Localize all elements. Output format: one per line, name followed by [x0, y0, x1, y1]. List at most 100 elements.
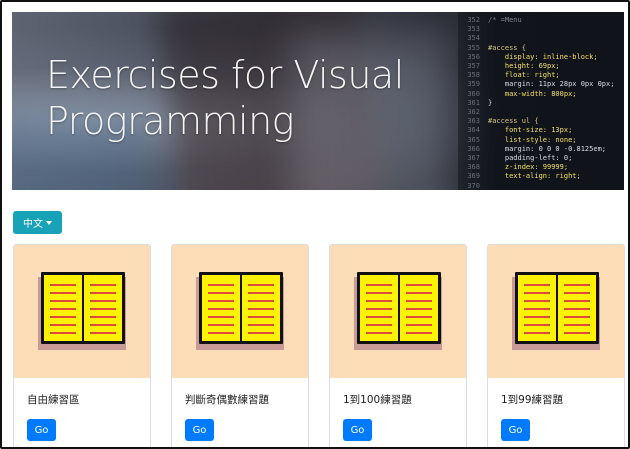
- exercise-card: 判斷奇偶數練習題 Go: [171, 244, 309, 447]
- book-page-right: [242, 275, 280, 341]
- book-text-line: [406, 308, 432, 310]
- book-text-line: [564, 316, 590, 318]
- book-spine: [398, 275, 400, 341]
- book-page-left: [360, 275, 398, 341]
- hero-banner: 352 353 354 355 356 357 358 359 360 361 362 363 364 3…: [12, 12, 624, 190]
- code-line-number: 366: [467, 144, 480, 153]
- code-line: margin: 11px 28px 0px 0px;: [488, 80, 615, 89]
- book-text-line: [564, 332, 590, 334]
- book-text-line: [208, 284, 234, 286]
- book-text-line: [208, 300, 234, 302]
- code-line-number: 352: [467, 16, 480, 24]
- exercise-card: 1到99練習題 Go: [487, 244, 625, 447]
- book-page-right: [84, 275, 122, 341]
- card-image: [172, 245, 308, 378]
- book-text-line: [366, 284, 392, 286]
- code-line-number: 361: [467, 98, 480, 107]
- book-text-line: [90, 324, 116, 326]
- code-line: display: inline-block;: [488, 52, 598, 61]
- book-text-line: [524, 284, 550, 286]
- book-text-line: [524, 300, 550, 302]
- book-text-line: [90, 308, 116, 310]
- book-page-left: [518, 275, 556, 341]
- book-text-line: [366, 300, 392, 302]
- book-text-line: [406, 292, 432, 294]
- book-text-line: [524, 308, 550, 310]
- book-text-line: [366, 332, 392, 334]
- book-text-line: [208, 324, 234, 326]
- code-line-number: 358: [467, 71, 480, 80]
- page-title: Exercises for Visual Programming: [46, 52, 426, 144]
- hero-code-panel: 352 353 354 355 356 357 358 359 360 361 362 363 364 3…: [458, 12, 624, 190]
- code-line-number: 357: [467, 62, 480, 71]
- code-line-number: 360: [467, 89, 480, 98]
- book-text-line: [524, 316, 550, 318]
- exercise-card: 自由練習區 Go: [13, 244, 151, 447]
- code-line: height: 69px;: [488, 62, 560, 71]
- book-text-line: [406, 324, 432, 326]
- book-text-line: [50, 324, 76, 326]
- book-spine: [240, 275, 242, 341]
- book-text-line: [248, 292, 274, 294]
- go-button[interactable]: Go: [343, 419, 372, 441]
- go-button[interactable]: Go: [27, 419, 56, 441]
- book-text-line: [564, 324, 590, 326]
- open-book-icon: [512, 272, 600, 350]
- book-text-line: [50, 300, 76, 302]
- card-image: [330, 245, 466, 378]
- code-line: /* =Menu: [488, 16, 522, 24]
- book-text-line: [366, 292, 392, 294]
- book-page-left: [202, 275, 240, 341]
- card-title: 判斷奇偶數練習題: [185, 394, 269, 406]
- book-text-line: [406, 284, 432, 286]
- language-label: 中文: [23, 219, 43, 230]
- page-title-line-1: Exercises for Visual: [46, 53, 404, 97]
- code-line: }: [488, 98, 493, 107]
- book-spine: [82, 275, 84, 341]
- book-page-left: [44, 275, 82, 341]
- book-text-line: [524, 324, 550, 326]
- code-line: text-align: right;: [488, 172, 581, 181]
- open-book-icon: [38, 272, 126, 350]
- code-line: margin: 0 0 0 -0.8125em;: [488, 144, 607, 153]
- book-text-line: [564, 308, 590, 310]
- code-line-number: 363: [467, 117, 480, 126]
- go-button[interactable]: Go: [501, 419, 530, 441]
- book-text-line: [564, 284, 590, 286]
- book-text-line: [50, 308, 76, 310]
- code-line: z-index: 99999;: [488, 163, 569, 172]
- book-text-line: [366, 324, 392, 326]
- book-text-line: [366, 308, 392, 310]
- code-line-number: 369: [467, 172, 480, 181]
- book-text-line: [90, 292, 116, 294]
- book-text-line: [50, 284, 76, 286]
- code-line-number: 364: [467, 126, 480, 135]
- code-line-number: 365: [467, 135, 480, 144]
- book-text-line: [406, 300, 432, 302]
- go-button[interactable]: Go: [185, 419, 214, 441]
- book-text-line: [90, 284, 116, 286]
- book-text-line: [208, 332, 234, 334]
- book-text-line: [248, 324, 274, 326]
- code-line-number: 368: [467, 163, 480, 172]
- card-image: [488, 245, 624, 378]
- open-book-icon: [354, 272, 442, 350]
- book-text-line: [90, 316, 116, 318]
- caret-down-icon: [46, 220, 52, 225]
- code-line: #access ul {: [488, 117, 539, 126]
- page-frame: 352 353 354 355 356 357 358 359 360 361 362 363 364 3…: [0, 0, 630, 449]
- language-dropdown-button[interactable]: 中文: [13, 211, 62, 234]
- code-line-number: 359: [467, 80, 480, 89]
- book-text-line: [524, 332, 550, 334]
- book-text-line: [50, 292, 76, 294]
- code-line-number: 370: [467, 181, 480, 190]
- book-text-line: [248, 284, 274, 286]
- book-text-line: [90, 300, 116, 302]
- code-line-number: 354: [467, 34, 480, 43]
- book-spine: [556, 275, 558, 341]
- book-text-line: [248, 308, 274, 310]
- card-title: 1到100練習題: [343, 394, 412, 406]
